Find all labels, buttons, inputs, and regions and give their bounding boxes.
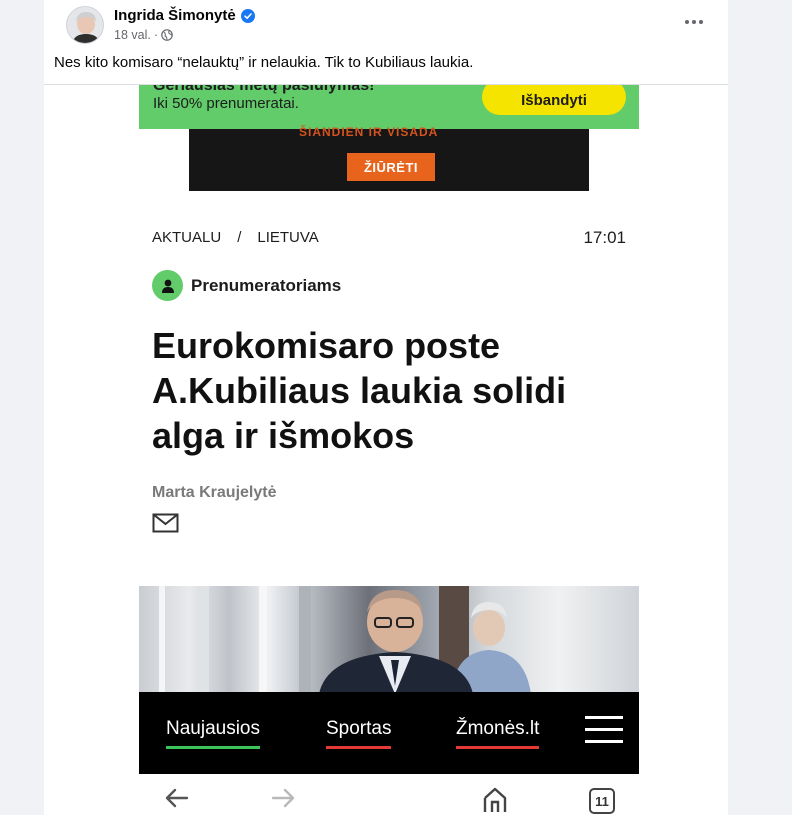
nav-item-naujausios[interactable]: Naujausios — [166, 718, 260, 749]
subscriber-badge: Prenumeratoriams — [152, 270, 341, 301]
hamburger-menu-icon[interactable] — [585, 716, 623, 744]
avatar[interactable] — [66, 6, 104, 44]
video-ad-banner[interactable]: ŠIANDIEN IR VISADA ŽIŪRĖTI — [189, 125, 589, 191]
globe-icon[interactable] — [161, 29, 173, 41]
subscriber-label: Prenumeratoriams — [191, 275, 342, 295]
user-icon — [152, 270, 183, 301]
nav-item-zmones[interactable]: Žmonės.lt — [456, 718, 540, 749]
nav-underline — [456, 746, 540, 749]
more-options-button[interactable] — [682, 12, 706, 32]
breadcrumb: AKTUALU / LIETUVA — [152, 229, 319, 246]
article-time: 17:01 — [583, 228, 626, 247]
video-ad-text: ŠIANDIEN IR VISADA — [299, 125, 439, 139]
browser-toolbar: 11 — [139, 774, 639, 815]
meta-separator: · — [153, 28, 159, 42]
post-text: Nes kito komisaro “nelauktų” ir nelaukia… — [54, 54, 474, 71]
post-meta: 18 val. · — [114, 28, 173, 42]
post-author: Ingrida Šimonytė — [114, 7, 255, 24]
article-author[interactable]: Marta Kraujelytė — [152, 484, 277, 502]
verified-badge-icon — [240, 8, 255, 23]
dot-icon — [699, 20, 703, 24]
dot-icon — [692, 20, 696, 24]
back-arrow-icon[interactable] — [163, 784, 191, 812]
dot-icon — [685, 20, 689, 24]
article-headline: Eurokomisaro poste A.Kubiliaus laukia so… — [152, 325, 567, 456]
tabs-icon[interactable]: 11 — [589, 788, 615, 814]
home-icon[interactable] — [481, 784, 509, 812]
post-time[interactable]: 18 val. — [114, 28, 151, 42]
promo-headline: Geriausias metų pasiūlymas! — [153, 85, 375, 94]
avatar-image — [67, 7, 103, 43]
facebook-post: Ingrida Šimonytė 18 val. · Nes kito komi… — [44, 0, 728, 815]
nav-item-label: Naujausios — [166, 718, 260, 739]
forward-arrow-icon[interactable] — [269, 784, 297, 812]
article-photo — [139, 586, 639, 694]
shared-screenshot[interactable]: Geriausias metų pasiūlymas! Iki 50% pren… — [139, 85, 639, 815]
nav-item-sportas[interactable]: Sportas — [326, 718, 392, 749]
promo-subtext: Iki 50% prenumeratai. — [153, 95, 299, 112]
nav-item-label: Sportas — [326, 718, 392, 739]
bottom-nav: Naujausios Sportas Žmonės.lt — [139, 692, 639, 774]
breadcrumb-separator: / — [237, 229, 242, 246]
nav-underline — [166, 746, 260, 749]
breadcrumb-section[interactable]: AKTUALU — [152, 229, 221, 246]
promo-banner: Geriausias metų pasiūlymas! Iki 50% pren… — [139, 85, 639, 129]
nav-item-label: Žmonės.lt — [456, 718, 540, 739]
promo-try-button[interactable]: Išbandyti — [482, 85, 626, 115]
breadcrumb-subsection[interactable]: LIETUVA — [257, 229, 318, 246]
post-header: Ingrida Šimonytė 18 val. · — [44, 0, 728, 48]
watch-button[interactable]: ŽIŪRĖTI — [347, 153, 435, 181]
post-author-name[interactable]: Ingrida Šimonytė — [114, 7, 236, 24]
mail-icon[interactable] — [152, 513, 179, 533]
nav-underline — [326, 746, 392, 749]
article-photo-image — [159, 586, 531, 694]
